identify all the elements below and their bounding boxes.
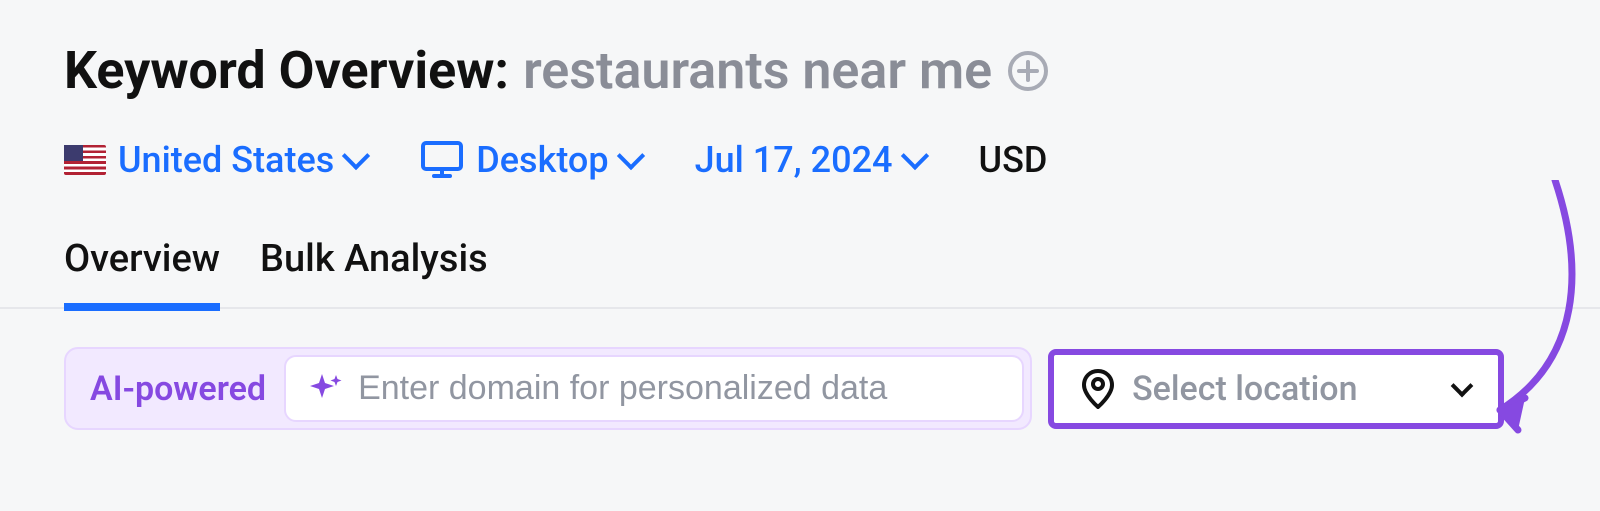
desktop-icon [420, 140, 464, 180]
currency-display: USD [979, 139, 1048, 181]
tabs-row: Overview Bulk Analysis [0, 237, 1600, 309]
ai-powered-container: AI-powered [64, 347, 1032, 430]
tab-overview-label: Overview [64, 237, 220, 281]
location-left: Select location [1082, 369, 1357, 409]
filters-row: United States Desktop Jul 17, 2024 USD [64, 139, 1536, 181]
chevron-down-icon [900, 142, 928, 170]
country-label: United States [118, 139, 334, 181]
domain-input-wrap[interactable] [284, 355, 1024, 422]
flag-us-icon [64, 145, 106, 175]
country-filter[interactable]: United States [64, 139, 366, 181]
header-section: Keyword Overview: restaurants near me Un… [0, 0, 1600, 181]
tab-bulk-analysis[interactable]: Bulk Analysis [260, 237, 488, 307]
currency-label: USD [979, 139, 1048, 181]
location-pin-icon [1082, 369, 1114, 409]
ai-powered-label: AI-powered [90, 369, 266, 409]
location-select[interactable]: Select location [1048, 349, 1504, 429]
tab-overview[interactable]: Overview [64, 237, 220, 307]
domain-input[interactable] [358, 369, 1000, 408]
chevron-down-icon [342, 142, 370, 170]
device-label: Desktop [476, 139, 608, 181]
tab-bulk-label: Bulk Analysis [260, 237, 488, 281]
chevron-down-icon [616, 142, 644, 170]
page-title-keyword: restaurants near me [523, 40, 992, 101]
add-keyword-button[interactable] [1008, 51, 1048, 91]
date-label: Jul 17, 2024 [695, 139, 893, 181]
plus-icon [1017, 60, 1039, 82]
device-filter[interactable]: Desktop [420, 139, 640, 181]
title-row: Keyword Overview: restaurants near me [64, 40, 1536, 101]
chevron-down-icon [1451, 374, 1474, 397]
controls-row: AI-powered Select location [0, 309, 1600, 468]
date-filter[interactable]: Jul 17, 2024 [695, 139, 925, 181]
sparkle-icon [308, 371, 344, 407]
page-title-static: Keyword Overview: [64, 40, 509, 101]
location-placeholder: Select location [1132, 369, 1357, 409]
